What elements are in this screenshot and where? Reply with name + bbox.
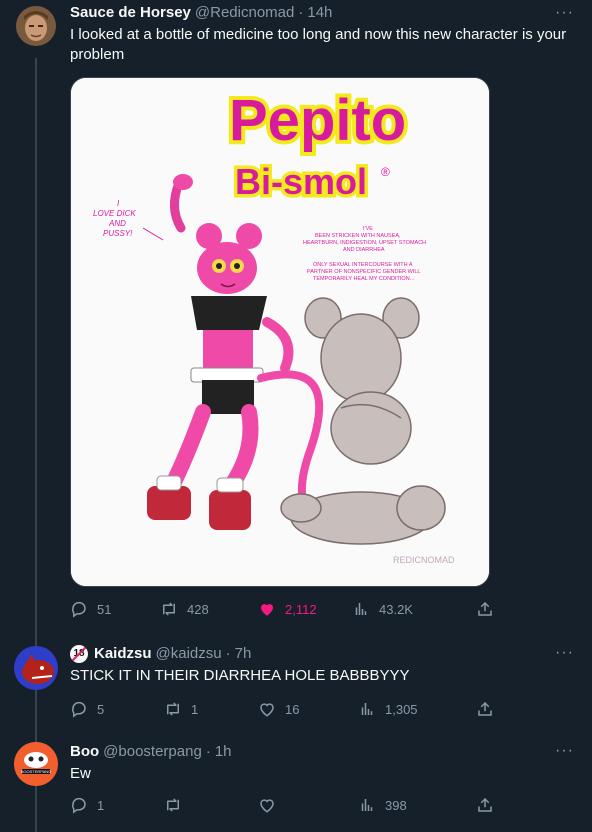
heart-icon (260, 703, 274, 717)
like-button[interactable]: 16 (258, 700, 299, 718)
avatar[interactable]: BOOSTERPANG (14, 742, 58, 786)
retweet-icon (167, 702, 179, 716)
like-count: 16 (285, 701, 300, 717)
more-icon[interactable]: ··· (555, 644, 574, 662)
views-button[interactable]: 1,305 (358, 700, 418, 718)
retweet-icon (167, 798, 179, 812)
like-button[interactable]: 2,112 (258, 600, 317, 618)
avatar[interactable] (14, 646, 58, 690)
share-button[interactable] (476, 796, 494, 814)
reply-icon (72, 797, 86, 814)
tweet-header: Sauce de Horsey @Redicnomad · 14h (70, 3, 576, 23)
tweet-main[interactable]: Sauce de Horsey @Redicnomad · 14h I look… (0, 0, 592, 630)
views-icon (361, 799, 373, 811)
reply-button[interactable]: 5 (70, 700, 104, 718)
display-name[interactable]: Boo (70, 742, 99, 762)
registered-mark: ® (381, 165, 390, 179)
tweet-actions: 5 1 16 1,305 (70, 700, 500, 720)
separator-dot: · (205, 743, 211, 760)
more-icon[interactable]: ··· (555, 4, 574, 22)
reply-count: 1 (97, 797, 105, 813)
separator-dot: · (225, 645, 231, 662)
share-icon (478, 601, 492, 616)
views-count: 398 (385, 797, 407, 813)
title-line1: Pepito (229, 88, 406, 153)
timestamp[interactable]: 1h (215, 742, 232, 762)
views-icon (355, 603, 367, 615)
reply-count: 51 (97, 601, 112, 617)
tweet-actions: 1 398 (70, 796, 500, 816)
heart-icon (261, 604, 273, 616)
tweet-header: 18 Kaidzsu @kaidzsu · 7h (70, 644, 576, 664)
views-count: 1,305 (385, 701, 418, 717)
share-icon (478, 797, 492, 812)
reply-icon (72, 701, 86, 718)
views-icon (361, 703, 373, 715)
share-button[interactable] (476, 600, 494, 618)
tweet-header: Boo @boosterpang · 1h (70, 742, 576, 762)
reply-button[interactable]: 1 (70, 796, 104, 814)
share-icon (478, 701, 492, 716)
heart-icon (260, 799, 274, 813)
side-note-2: ONLY SEXUAL INTERCOURSE WITH A PARTNER O… (307, 262, 422, 282)
retweet-icon (163, 602, 175, 616)
artwork: Pepito Pepito Bi-smol Bi-smol ® I LOVE D… (71, 78, 489, 586)
tweet-text: Ew (70, 765, 91, 782)
title-line2: Bi-smol (235, 161, 367, 202)
avatar-text: BOOSTERPANG (21, 769, 52, 774)
reply-icon (72, 601, 86, 618)
like-button[interactable] (258, 796, 285, 814)
more-icon[interactable]: ··· (555, 742, 574, 760)
user-handle[interactable]: @boosterpang (103, 742, 202, 762)
timestamp[interactable]: 14h (307, 3, 332, 23)
user-handle[interactable]: @Redicnomad (195, 3, 294, 23)
age-restricted-badge: 18 (70, 645, 88, 663)
reply-count: 5 (97, 701, 105, 717)
retweet-count: 1 (191, 701, 199, 717)
signature: REDICNOMAD (393, 555, 455, 565)
tweet-image[interactable]: Pepito Pepito Bi-smol Bi-smol ® I LOVE D… (70, 77, 490, 587)
reply-button[interactable]: 51 (70, 600, 111, 618)
timestamp[interactable]: 7h (235, 644, 252, 664)
display-name[interactable]: Kaidzsu (94, 644, 152, 664)
user-handle[interactable]: @kaidzsu (156, 644, 222, 664)
views-button[interactable]: 43.2K (352, 600, 413, 618)
avatar[interactable] (16, 6, 56, 46)
retweet-count: 428 (187, 601, 209, 617)
views-count: 43.2K (379, 601, 413, 617)
display-name[interactable]: Sauce de Horsey (70, 3, 191, 23)
tweet-actions: 51 428 2,112 43.2K (70, 600, 500, 620)
views-button[interactable]: 398 (358, 796, 407, 814)
like-count: 2,112 (285, 601, 317, 617)
tweet-reply[interactable]: 18 Kaidzsu @kaidzsu · 7h STICK IT IN THE… (0, 636, 592, 734)
retweet-button[interactable] (164, 796, 191, 814)
retweet-button[interactable]: 428 (160, 600, 209, 618)
tweet-text: STICK IT IN THEIR DIARRHEA HOLE BABBBYYY (70, 667, 410, 684)
separator-dot: · (298, 4, 304, 21)
share-button[interactable] (476, 700, 494, 718)
retweet-button[interactable]: 1 (164, 700, 198, 718)
tweet-text: I looked at a bottle of medicine too lon… (70, 26, 567, 63)
tweet-reply[interactable]: BOOSTERPANG Boo @boosterpang · 1h Ew ···… (0, 734, 592, 832)
